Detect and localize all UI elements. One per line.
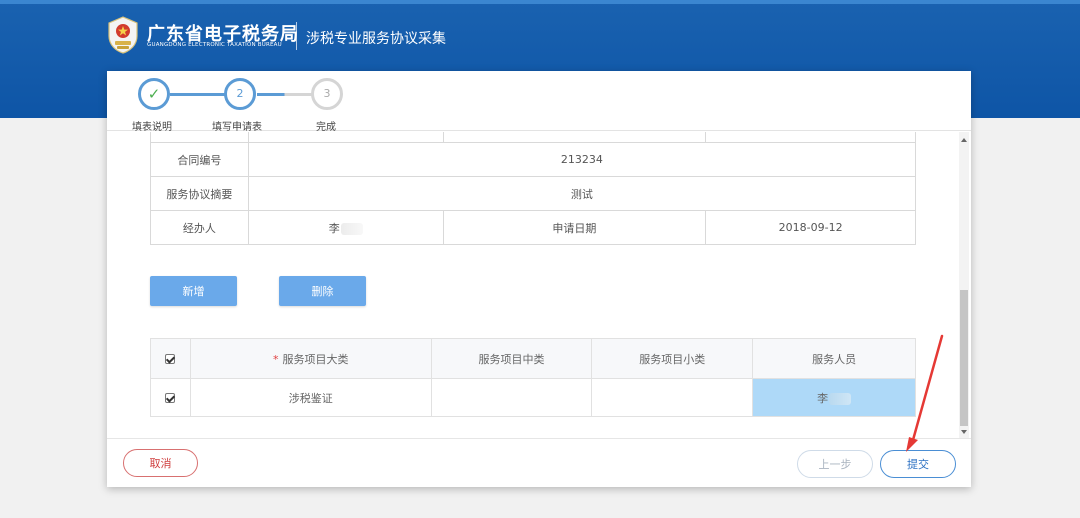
header-category-minor: 服务项目小类 (591, 338, 754, 379)
table-row: 服务协议摘要 测试 (150, 176, 917, 211)
banner-top-stripe (0, 0, 1080, 4)
select-all-cell (150, 338, 191, 379)
header-staff: 服务人员 (752, 338, 916, 379)
summary-label: 服务协议摘要 (150, 176, 249, 211)
step-connector-1 (170, 93, 225, 96)
service-table-header: * 服务项目大类 服务项目中类 服务项目小类 服务人员 (150, 338, 916, 379)
form-panel: ✓ 2 3 填表说明 填写申请表 完成 合同编号 213234 服务协议摘要 测… (107, 71, 971, 487)
required-mark: * (273, 352, 279, 366)
redacted-name-blur (340, 222, 363, 235)
scroll-thumb[interactable] (960, 290, 968, 426)
row-category-minor[interactable] (591, 378, 754, 417)
redacted-name-blur (829, 392, 852, 405)
vertical-scrollbar[interactable] (959, 132, 969, 438)
row-category-major[interactable]: 涉税鉴证 (189, 378, 432, 417)
table-row (150, 132, 916, 143)
table-row[interactable]: 涉税鉴证 李 (150, 378, 916, 417)
header-divider (296, 22, 297, 50)
step-2-circle: 2 (224, 78, 256, 110)
summary-value: 测试 (247, 176, 917, 211)
form-footer: 取消 上一步 提交 (107, 438, 971, 487)
submit-button[interactable]: 提交 (880, 450, 956, 478)
row-checkbox[interactable] (165, 393, 176, 403)
page-title: 涉税专业服务协议采集 (306, 31, 446, 47)
apply-date-label: 申请日期 (442, 210, 707, 245)
row-staff: 李 (817, 391, 829, 405)
org-name-english: GUANGDONG ELECTRONIC TAXATION BUREAU (147, 42, 282, 48)
contract-no-label: 合同编号 (150, 142, 249, 177)
cancel-button[interactable]: 取消 (123, 449, 198, 477)
handler-value: 李 (328, 221, 340, 235)
step-1-label: 填表说明 (132, 122, 172, 133)
step-1-check-icon: ✓ (138, 78, 170, 110)
add-button[interactable]: 新增 (150, 276, 237, 306)
row-staff-cell[interactable]: 李 (752, 378, 916, 417)
previous-step-button[interactable]: 上一步 (797, 450, 873, 478)
header-category-major: * 服务项目大类 (189, 338, 432, 379)
handler-label: 经办人 (150, 210, 249, 245)
delete-button[interactable]: 删除 (279, 276, 366, 306)
row-select-cell (150, 378, 191, 417)
contract-no-value: 213234 (247, 142, 917, 177)
handler-value-cell: 李 (247, 210, 444, 245)
scroll-up-icon[interactable] (961, 138, 967, 142)
header-category-middle: 服务项目中类 (430, 338, 593, 379)
step-3-label: 完成 (316, 122, 336, 133)
scroll-down-icon[interactable] (961, 430, 967, 434)
table-row: 合同编号 213234 (150, 142, 917, 177)
header-category-major-label: 服务项目大类 (282, 352, 349, 366)
row-category-middle[interactable] (430, 378, 593, 417)
apply-date-value: 2018-09-12 (705, 210, 916, 245)
step-2-label: 填写申请表 (212, 122, 262, 133)
step-3-circle: 3 (311, 78, 343, 110)
form-scroll-area[interactable]: 合同编号 213234 服务协议摘要 测试 经办人 李 申请日期 2018-09… (107, 132, 971, 438)
service-table: * 服务项目大类 服务项目中类 服务项目小类 服务人员 涉税鉴证 李 (150, 338, 916, 417)
step-progress: ✓ 2 3 填表说明 填写申请表 完成 (107, 71, 971, 133)
tax-emblem-icon (108, 16, 138, 54)
select-all-checkbox[interactable] (165, 354, 176, 364)
step-connector-2 (257, 93, 312, 96)
info-table: 合同编号 213234 服务协议摘要 测试 经办人 李 申请日期 2018-09… (150, 132, 917, 245)
table-row: 经办人 李 申请日期 2018-09-12 (150, 210, 916, 245)
